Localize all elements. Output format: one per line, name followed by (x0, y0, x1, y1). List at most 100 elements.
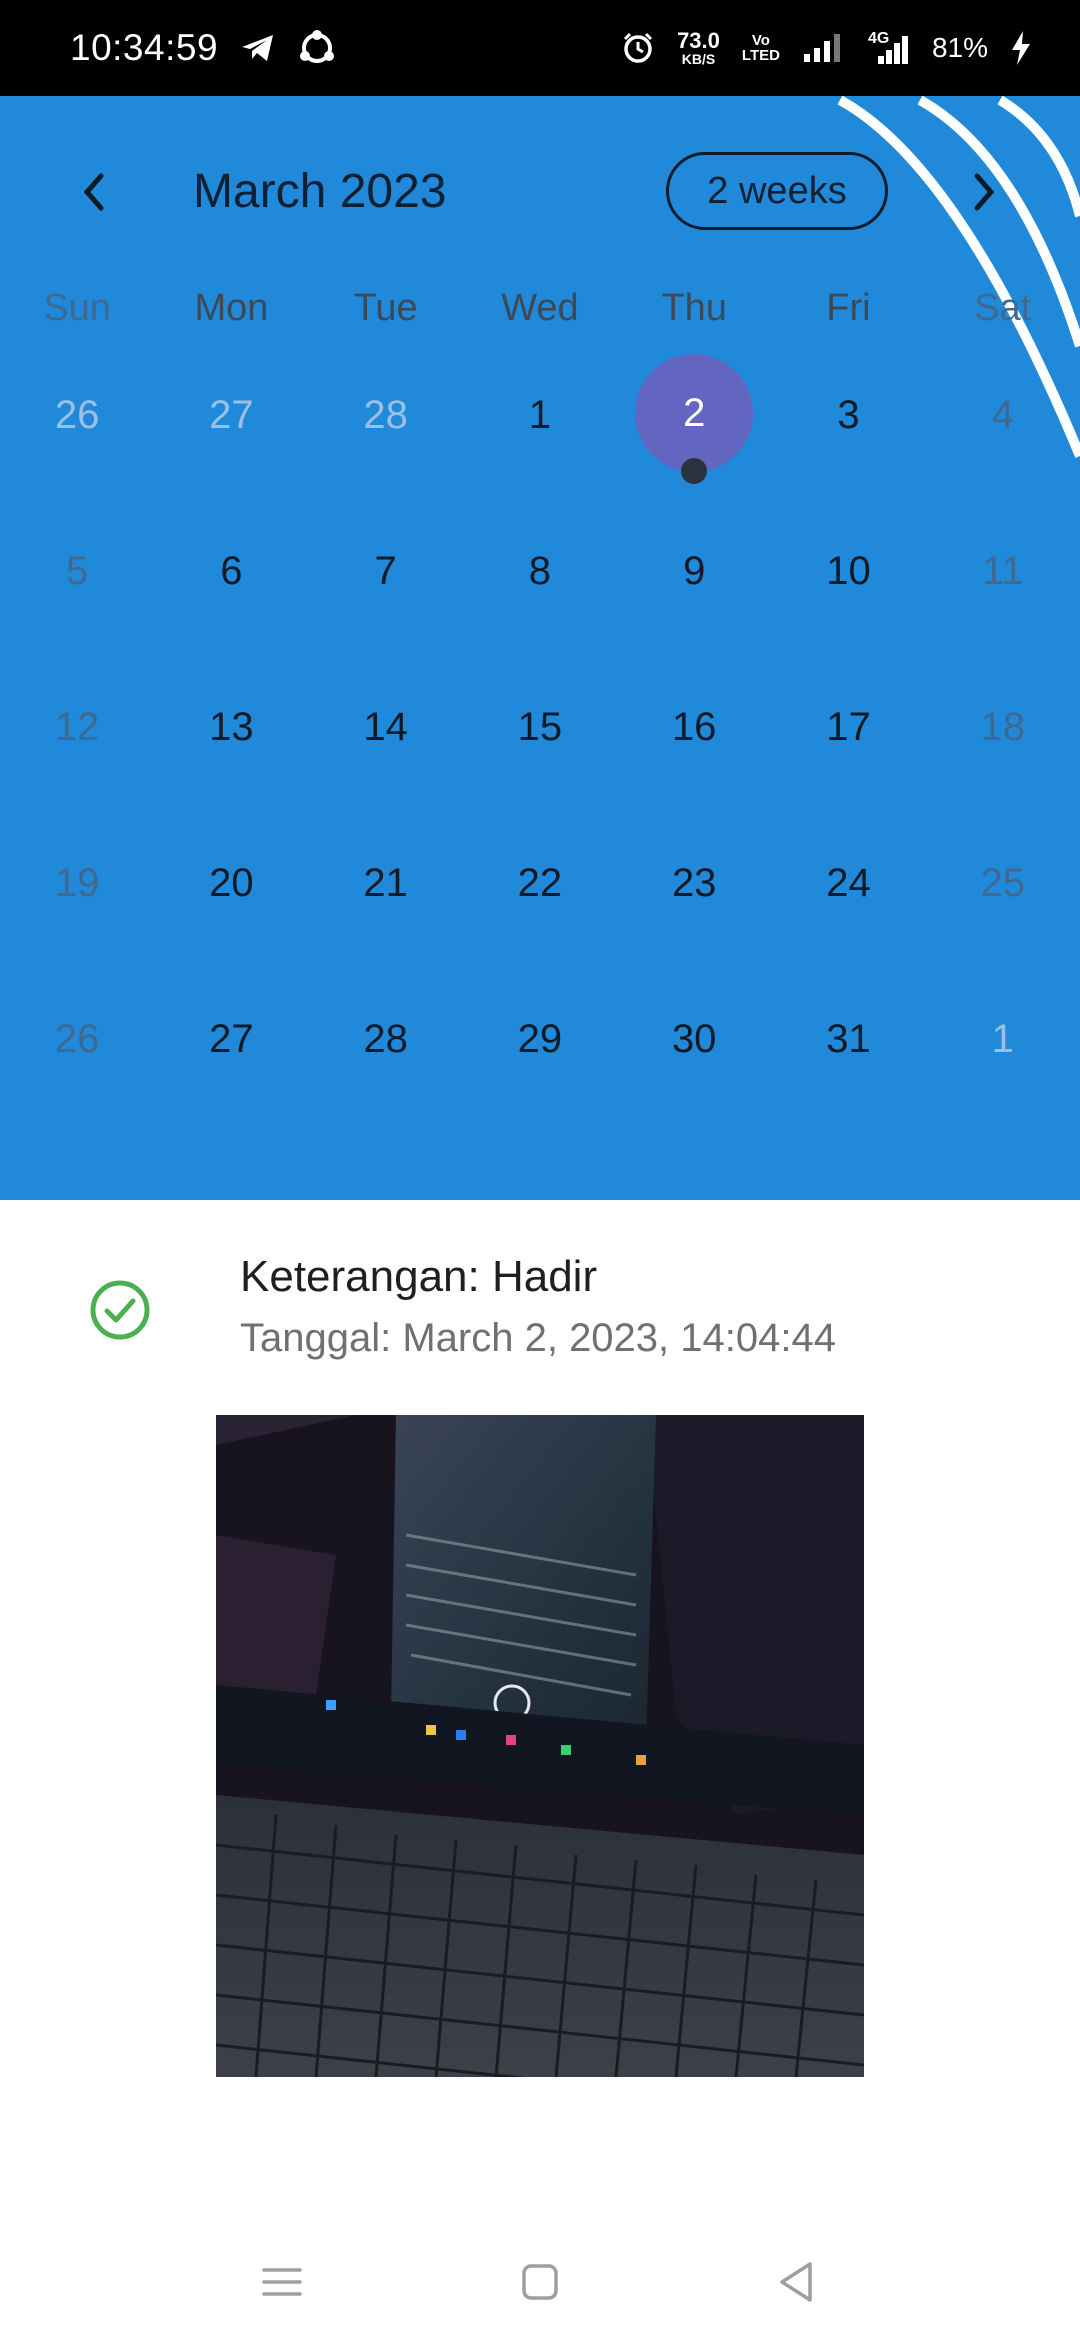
alarm-icon (624, 32, 653, 63)
check-circle-icon (90, 1280, 150, 1340)
weekday-label: Wed (501, 287, 579, 329)
calendar-day[interactable]: 1 (926, 978, 1080, 1134)
day-number: 7 (374, 549, 397, 593)
weekday-header-row: Sun Mon Tue Wed Thu Fri Sat (0, 286, 1080, 330)
home-icon (522, 2264, 558, 2300)
weekday-label: Sat (974, 287, 1032, 329)
calendar-day[interactable]: 22 (463, 822, 617, 978)
day-number: 16 (671, 705, 717, 749)
calendar-week: 19 20 21 22 23 24 25 (0, 822, 1080, 978)
calendar-format-button[interactable]: 2 weeks (666, 152, 888, 230)
day-number: 1 (991, 1017, 1014, 1061)
calendar-day[interactable]: 4 (926, 354, 1080, 510)
event-marker-dot (681, 458, 708, 484)
calendar-day[interactable]: 23 (617, 822, 771, 978)
calendar-day[interactable]: 25 (926, 822, 1080, 978)
calendar-day[interactable]: 24 (771, 822, 925, 978)
status-bar-left: 10:34:59 (70, 27, 336, 69)
calendar-day[interactable]: 19 (0, 822, 154, 978)
calendar-day[interactable]: 8 (463, 510, 617, 666)
day-number: 31 (826, 1017, 871, 1061)
day-number: 17 (826, 705, 871, 749)
telegram-icon (242, 35, 274, 61)
day-number: 28 (363, 393, 408, 437)
back-button[interactable] (764, 2250, 828, 2314)
day-number: 29 (517, 1017, 563, 1061)
chevron-right-icon (974, 173, 995, 211)
calendar-day[interactable]: 11 (926, 510, 1080, 666)
calendar-day[interactable]: 10 (771, 510, 925, 666)
attendance-photo[interactable] (216, 1415, 864, 2077)
day-number: 15 (517, 705, 563, 749)
calendar-day-selected[interactable]: 2 (617, 354, 771, 510)
signal-icon (803, 34, 840, 62)
day-number: 30 (671, 1017, 717, 1061)
calendar-day[interactable]: 26 (0, 978, 154, 1134)
calendar-day[interactable]: 16 (617, 666, 771, 822)
calendar-day[interactable]: 1 (463, 354, 617, 510)
day-number: 24 (826, 861, 871, 905)
day-number: 27 (209, 1017, 254, 1061)
weekday-label: Tue (353, 287, 418, 329)
day-number: 9 (683, 549, 706, 593)
day-number: 13 (209, 705, 254, 749)
calendar-header: March 2023 2 weeks (0, 96, 1080, 286)
status-bar: 10:34:59 73.0 KB/S Vo LTED 4G 81% (0, 0, 1080, 96)
day-number: 11 (981, 549, 1024, 593)
app-screen: 10:34:59 73.0 KB/S Vo LTED 4G 81% March … (0, 0, 1080, 2340)
calendar-day[interactable]: 9 (617, 510, 771, 666)
photo-content (216, 1415, 864, 2077)
calendar-day[interactable]: 29 (463, 978, 617, 1134)
next-month-button[interactable] (950, 158, 1018, 226)
calendar-day[interactable]: 12 (0, 666, 154, 822)
charging-icon (1012, 31, 1030, 65)
day-number: 4 (991, 393, 1014, 437)
day-number: 22 (517, 861, 563, 905)
net-speed: 73.0 KB/S (677, 30, 720, 67)
day-number: 12 (54, 705, 100, 749)
recent-apps-button[interactable] (250, 2250, 314, 2314)
calendar-day[interactable]: 3 (771, 354, 925, 510)
calendar-day[interactable]: 27 (154, 354, 308, 510)
day-number: 23 (671, 861, 717, 905)
day-number: 28 (363, 1017, 408, 1061)
month-title: March 2023 (193, 165, 447, 218)
day-number: 10 (826, 549, 871, 593)
calendar-week: 12 13 14 15 16 17 18 (0, 666, 1080, 822)
day-number: 21 (363, 861, 408, 905)
attendance-entry[interactable]: Keterangan: Hadir Tanggal: March 2, 2023… (0, 1200, 1080, 1420)
back-icon (780, 2262, 812, 2302)
day-number: 20 (209, 861, 254, 905)
previous-month-button[interactable] (60, 158, 128, 226)
day-number: 25 (980, 861, 1025, 905)
calendar-day[interactable]: 28 (309, 978, 463, 1134)
menu-icon (262, 2268, 302, 2296)
calendar-day[interactable]: 20 (154, 822, 308, 978)
weekday-label: Fri (826, 287, 871, 329)
day-number: 8 (528, 549, 552, 593)
calendar-day[interactable]: 21 (309, 822, 463, 978)
calendar-day[interactable]: 15 (463, 666, 617, 822)
battery-percent: 81% (931, 32, 988, 63)
calendar-day[interactable]: 18 (926, 666, 1080, 822)
calendar-day[interactable]: 30 (617, 978, 771, 1134)
day-number: 26 (54, 393, 100, 437)
day-number: 26 (54, 1017, 100, 1061)
calendar-day[interactable]: 7 (309, 510, 463, 666)
calendar-day[interactable]: 6 (154, 510, 308, 666)
weekday-label: Thu (661, 287, 727, 329)
day-number: 27 (209, 393, 254, 437)
calendar-week: 26 27 28 29 30 31 1 (0, 978, 1080, 1134)
attendance-date: Tanggal: March 2, 2023, 14:04:44 (240, 1316, 836, 1360)
calendar-day[interactable]: 31 (771, 978, 925, 1134)
calendar-day[interactable]: 14 (309, 666, 463, 822)
calendar-day[interactable]: 5 (0, 510, 154, 666)
calendar-day[interactable]: 13 (154, 666, 308, 822)
calendar-day[interactable]: 17 (771, 666, 925, 822)
volte-top: Vo (751, 32, 770, 49)
day-number: 2 (683, 391, 706, 435)
calendar-day[interactable]: 27 (154, 978, 308, 1134)
calendar-day[interactable]: 28 (309, 354, 463, 510)
home-button[interactable] (508, 2250, 572, 2314)
calendar-day[interactable]: 26 (0, 354, 154, 510)
